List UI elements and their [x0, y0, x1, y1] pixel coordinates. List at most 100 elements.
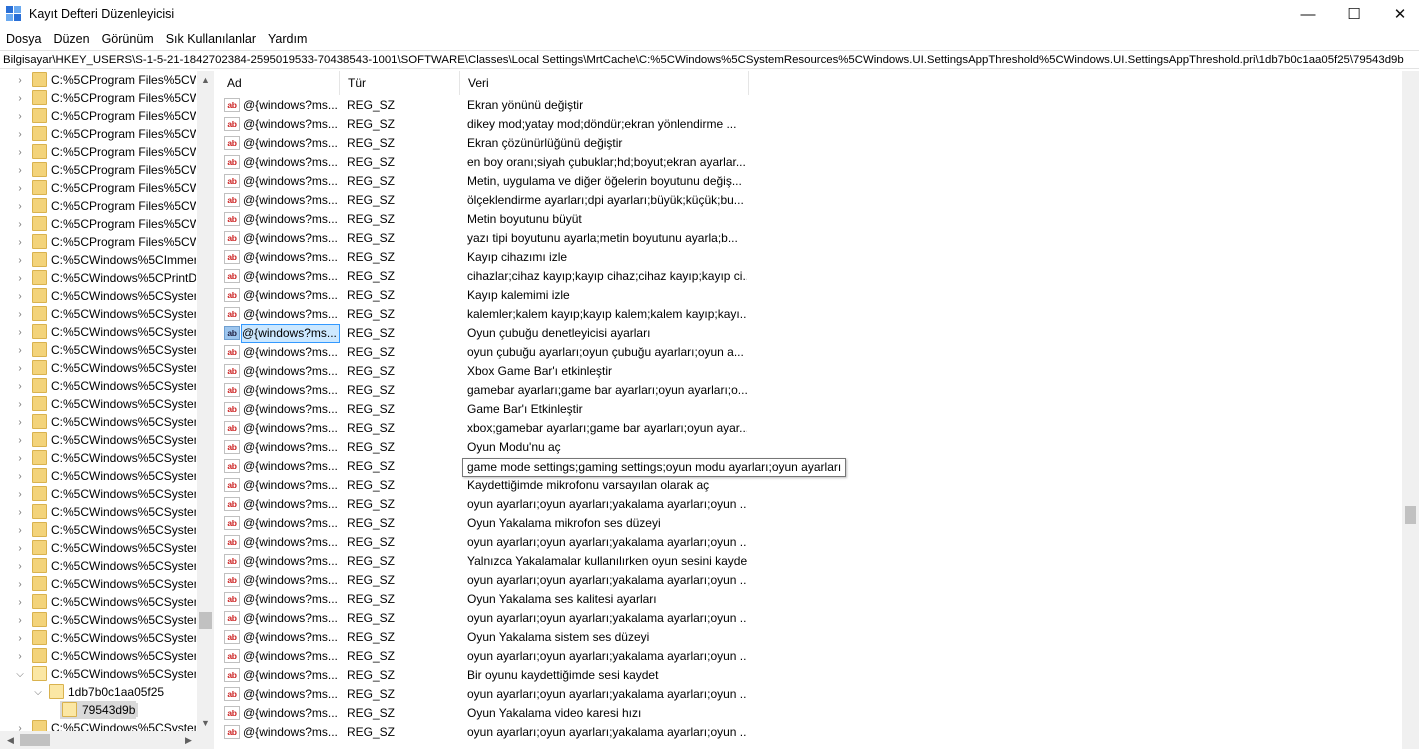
chevron-right-icon[interactable]: ›: [15, 381, 25, 392]
value-name[interactable]: @{windows?ms...: [242, 248, 340, 267]
chevron-right-icon[interactable]: ›: [15, 597, 25, 608]
chevron-down-icon[interactable]: ⌵: [33, 687, 43, 698]
value-row[interactable]: ab @{windows?ms... REG_SZ Oyun Modu'nu aç: [219, 438, 1402, 457]
value-name[interactable]: @{windows?ms...: [242, 172, 340, 191]
tree-item[interactable]: › C:%5CWindows%5CSystem: [0, 575, 196, 593]
tree-item[interactable]: › C:%5CWindows%5CPrintDi: [0, 269, 196, 287]
tree-scroll-up-icon[interactable]: ▲: [197, 71, 214, 88]
value-row[interactable]: ab @{windows?ms... REG_SZ Oyun Yakalama vid…: [219, 704, 1402, 723]
value-row[interactable]: ab @{windows?ms... REG_SZ oyun ayarları;oyu…: [219, 495, 1402, 514]
value-row[interactable]: ab @{windows?ms... REG_SZ Metin boyutunu bü…: [219, 210, 1402, 229]
value-name[interactable]: @{windows?ms...: [242, 210, 340, 229]
tree-item[interactable]: › C:%5CProgram Files%5CWi: [0, 179, 196, 197]
value-name[interactable]: @{windows?ms...: [242, 153, 340, 172]
chevron-right-icon[interactable]: ›: [15, 309, 25, 320]
tree-item[interactable]: › C:%5CWindows%5CSystem: [0, 341, 196, 359]
value-row[interactable]: ab @{windows?ms... REG_SZ Ekran çözünürlüğü…: [219, 134, 1402, 153]
chevron-right-icon[interactable]: ›: [15, 615, 25, 626]
value-name[interactable]: @{windows?ms...: [242, 286, 340, 305]
tree-item[interactable]: › C:%5CWindows%5CSystem: [0, 503, 196, 521]
address-path[interactable]: Bilgisayar\HKEY_USERS\S-1-5-21-184270238…: [3, 54, 1404, 66]
tree-item[interactable]: › C:%5CProgram Files%5CWi: [0, 161, 196, 179]
chevron-right-icon[interactable]: ›: [15, 219, 25, 230]
value-row[interactable]: ab @{windows?ms... REG_SZ cihazlar;cihaz ka…: [219, 267, 1402, 286]
value-name[interactable]: @{windows?ms...: [241, 324, 340, 343]
column-data-header[interactable]: Veri: [460, 71, 749, 95]
value-row[interactable]: ab @{windows?ms... REG_SZ yazı tipi boyutun…: [219, 229, 1402, 248]
tree-item[interactable]: › C:%5CProgram Files%5CWi: [0, 197, 196, 215]
menu-help[interactable]: Yardım: [262, 32, 313, 46]
value-name[interactable]: @{windows?ms...: [242, 609, 340, 628]
chevron-right-icon[interactable]: ›: [15, 255, 25, 266]
menu-edit[interactable]: Düzen: [47, 32, 95, 46]
chevron-right-icon[interactable]: ›: [15, 345, 25, 356]
list-vertical-scrollbar[interactable]: [1402, 71, 1419, 749]
chevron-right-icon[interactable]: ›: [15, 471, 25, 482]
value-name[interactable]: @{windows?ms...: [242, 704, 340, 723]
tree-scroll-down-icon[interactable]: ▼: [197, 714, 214, 731]
value-name[interactable]: @{windows?ms...: [242, 96, 340, 115]
tree-item-expanded-key[interactable]: ⌵ 1db7b0c1aa05f25: [0, 683, 196, 701]
chevron-right-icon[interactable]: ›: [15, 363, 25, 374]
chevron-right-icon[interactable]: ›: [15, 111, 25, 122]
value-name[interactable]: @{windows?ms...: [242, 438, 340, 457]
value-row[interactable]: ab @{windows?ms... REG_SZ xbox;gamebar ayar…: [219, 419, 1402, 438]
value-row[interactable]: ab @{windows?ms... REG_SZ Game Bar'ı Etkinl…: [219, 400, 1402, 419]
tree-item[interactable]: › C:%5CWindows%5CImmers: [0, 251, 196, 269]
value-row[interactable]: ab @{windows?ms... REG_SZ Oyun Yakalama mik…: [219, 514, 1402, 533]
value-row[interactable]: ab @{windows?ms... REG_SZ Xbox Game Bar'ı e…: [219, 362, 1402, 381]
value-name[interactable]: @{windows?ms...: [242, 191, 340, 210]
value-name[interactable]: @{windows?ms...: [242, 305, 340, 324]
value-row[interactable]: ab @{windows?ms... REG_SZ oyun ayarları;oyu…: [219, 647, 1402, 666]
menu-view[interactable]: Görünüm: [96, 32, 160, 46]
tree-scroll-thumb[interactable]: [199, 612, 212, 629]
tree-item[interactable]: ⌵ C:%5CWindows%5CSystem: [0, 665, 196, 683]
value-name[interactable]: @{windows?ms...: [242, 134, 340, 153]
chevron-right-icon[interactable]: ›: [15, 165, 25, 176]
value-name[interactable]: @{windows?ms...: [242, 381, 340, 400]
tree-item[interactable]: › C:%5CWindows%5CSystem: [0, 467, 196, 485]
tree-item[interactable]: › C:%5CProgram Files%5CWi: [0, 89, 196, 107]
tree-item[interactable]: › C:%5CWindows%5CSystem: [0, 593, 196, 611]
value-row[interactable]: ab @{windows?ms... REG_SZ oyun ayarları;oyu…: [219, 609, 1402, 628]
column-name-header[interactable]: Ad: [219, 71, 340, 95]
value-row[interactable]: ab @{windows?ms... REG_SZ Oyun Yakalama sis…: [219, 628, 1402, 647]
value-row[interactable]: ab @{windows?ms... REG_SZ en boy oranı;siya…: [219, 153, 1402, 172]
tree-item[interactable]: › C:%5CWindows%5CSystem: [0, 395, 196, 413]
value-name[interactable]: @{windows?ms...: [242, 400, 340, 419]
tree-item[interactable]: › C:%5CWindows%5CSystem: [0, 449, 196, 467]
value-row[interactable]: ab @{windows?ms... REG_SZ oyun ayarları;oyu…: [219, 533, 1402, 552]
value-row[interactable]: ab @{windows?ms... REG_SZ oyun ayarları;oyu…: [219, 571, 1402, 590]
tree-item[interactable]: › C:%5CWindows%5CSystem: [0, 557, 196, 575]
chevron-right-icon[interactable]: ›: [15, 129, 25, 140]
minimize-button[interactable]: —: [1285, 0, 1331, 28]
value-name[interactable]: @{windows?ms...: [242, 495, 340, 514]
value-row[interactable]: ab @{windows?ms... REG_SZ oyun çubuğu ayarl…: [219, 343, 1402, 362]
value-row[interactable]: ab @{windows?ms... REG_SZ oyun ayarları;oyu…: [219, 685, 1402, 704]
value-row[interactable]: ab @{windows?ms... REG_SZ Ekran yönünü deği…: [219, 96, 1402, 115]
tree-item[interactable]: › C:%5CProgram Files%5CWi: [0, 125, 196, 143]
tree-item[interactable]: › C:%5CProgram Files%5CWi: [0, 71, 196, 89]
value-name[interactable]: @{windows?ms...: [242, 571, 340, 590]
chevron-right-icon[interactable]: ›: [15, 273, 25, 284]
tree-item[interactable]: › C:%5CWindows%5CSystem: [0, 611, 196, 629]
value-name[interactable]: @{windows?ms...: [242, 685, 340, 704]
chevron-right-icon[interactable]: ›: [15, 453, 25, 464]
value-name[interactable]: @{windows?ms...: [242, 628, 340, 647]
list-scroll-thumb[interactable]: [1405, 506, 1416, 524]
value-row[interactable]: ab @{windows?ms... REG_SZ ölçeklendirme aya…: [219, 191, 1402, 210]
value-name[interactable]: @{windows?ms...: [242, 419, 340, 438]
chevron-right-icon[interactable]: ›: [15, 543, 25, 554]
value-name[interactable]: @{windows?ms...: [242, 590, 340, 609]
chevron-right-icon[interactable]: ›: [15, 399, 25, 410]
value-row[interactable]: ab @{windows?ms... REG_SZ oyun ayarları;oyu…: [219, 723, 1402, 742]
chevron-down-icon[interactable]: ⌵: [15, 669, 25, 680]
value-row[interactable]: ab @{windows?ms... REG_SZ Oyun çubuğu denet…: [219, 324, 1402, 343]
value-row[interactable]: ab @{windows?ms... REG_SZ kalemler;kalem ka…: [219, 305, 1402, 324]
tree-item[interactable]: › C:%5CWindows%5CSystem: [0, 413, 196, 431]
chevron-right-icon[interactable]: ›: [15, 579, 25, 590]
tree-item[interactable]: › C:%5CWindows%5CSystem: [0, 377, 196, 395]
value-name[interactable]: @{windows?ms...: [242, 533, 340, 552]
chevron-right-icon[interactable]: ›: [15, 201, 25, 212]
menu-favorites[interactable]: Sık Kullanılanlar: [160, 32, 262, 46]
